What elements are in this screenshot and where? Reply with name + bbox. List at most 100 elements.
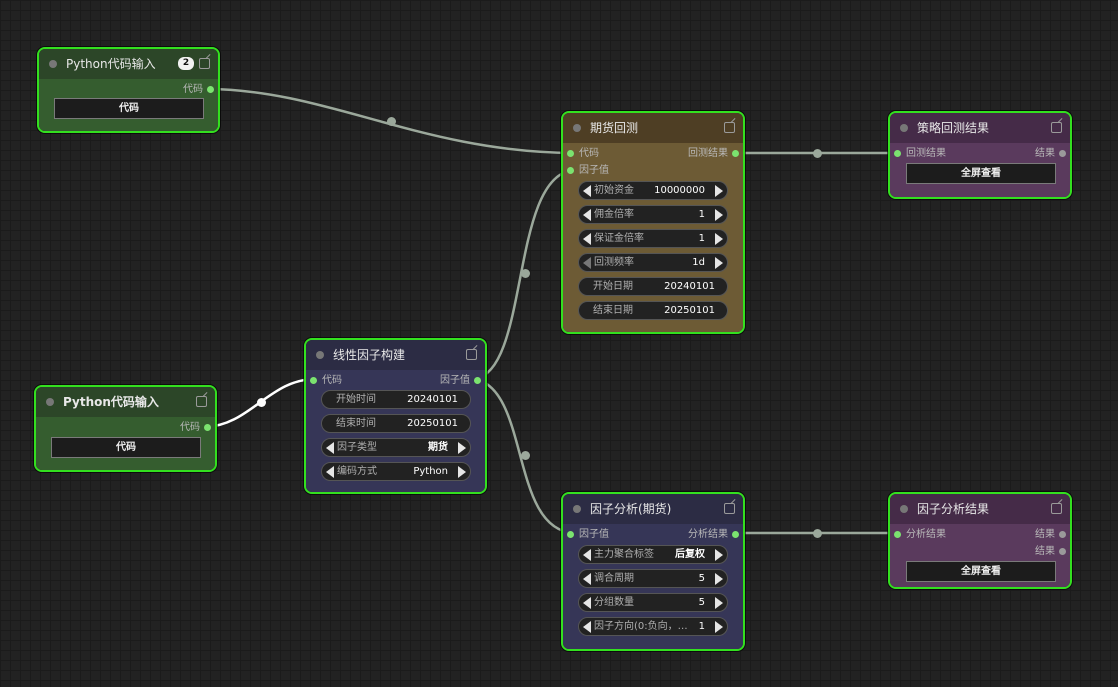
arrow-right-icon[interactable] — [715, 573, 723, 585]
node-header[interactable]: Python代码输入 2 — [39, 49, 218, 79]
edit-icon[interactable] — [466, 349, 477, 360]
arrow-left-icon[interactable] — [583, 185, 591, 197]
arrow-right-icon[interactable] — [715, 209, 723, 221]
io-port-row[interactable]: 分析结果 结果 — [890, 528, 1070, 542]
arrow-right-icon[interactable] — [458, 442, 466, 454]
arrow-right-icon[interactable] — [715, 233, 723, 245]
arrow-right-icon[interactable] — [715, 549, 723, 561]
collapse-dot-icon[interactable] — [573, 124, 581, 132]
start-time-field[interactable]: 开始时间 20240101 — [321, 390, 471, 409]
input-port-row[interactable]: 因子值 — [563, 164, 743, 178]
edit-icon[interactable] — [1051, 503, 1062, 514]
margin-multiplier-stepper[interactable]: 保证金倍率 1 — [578, 229, 728, 248]
edit-icon[interactable] — [724, 122, 735, 133]
arrow-right-icon[interactable] — [715, 597, 723, 609]
factor-type-select[interactable]: 因子类型 期货 — [321, 438, 471, 457]
arrow-right-icon[interactable] — [715, 257, 723, 269]
output-port-dot[interactable] — [732, 531, 739, 538]
rebalance-period-stepper[interactable]: 调合周期 5 — [578, 569, 728, 588]
backtest-frequency-select[interactable]: 回测频率 1d — [578, 253, 728, 272]
group-count-stepper[interactable]: 分组数量 5 — [578, 593, 728, 612]
output-port-dot[interactable] — [1059, 150, 1066, 157]
collapse-dot-icon[interactable] — [316, 351, 324, 359]
io-port-row[interactable]: 回测结果 结果 — [890, 147, 1070, 161]
arrow-left-icon[interactable] — [583, 621, 591, 633]
end-date-field[interactable]: 结束日期 20250101 — [578, 301, 728, 320]
output-port-dot[interactable] — [732, 150, 739, 157]
factor-analysis-node[interactable]: 因子分析(期货) 因子值 分析结果 主力聚合标签 后复权 调合周期 5 分组数量… — [561, 492, 745, 651]
collapse-dot-icon[interactable] — [900, 124, 908, 132]
arrow-right-icon[interactable] — [458, 466, 466, 478]
link-midpoint[interactable] — [521, 269, 530, 278]
io-port-row[interactable]: 因子值 分析结果 — [563, 528, 743, 542]
input-port-dot[interactable] — [567, 167, 574, 174]
arrow-left-icon[interactable] — [583, 573, 591, 585]
output-port-dot[interactable] — [207, 86, 214, 93]
code-button[interactable]: 代码 — [54, 98, 204, 119]
output-port-dot[interactable] — [1059, 531, 1066, 538]
arrow-left-icon[interactable] — [583, 209, 591, 221]
input-port-dot[interactable] — [310, 377, 317, 384]
linear-factor-build-node[interactable]: 线性因子构建 代码 因子值 开始时间 20240101 结束时间 2025010… — [304, 338, 487, 494]
node-header[interactable]: 策略回测结果 — [890, 113, 1070, 143]
output-label: 代码 — [180, 422, 200, 433]
io-port-row[interactable]: 代码 因子值 — [306, 374, 485, 388]
input-port-dot[interactable] — [567, 531, 574, 538]
end-time-field[interactable]: 结束时间 20250101 — [321, 414, 471, 433]
node-header[interactable]: Python代码输入 — [36, 387, 215, 417]
encoding-select[interactable]: 编码方式 Python — [321, 462, 471, 481]
edit-icon[interactable] — [199, 58, 210, 69]
python-code-input-node[interactable]: Python代码输入 2 代码 代码 — [37, 47, 220, 133]
arrow-right-icon[interactable] — [715, 185, 723, 197]
arrow-right-icon[interactable] — [715, 621, 723, 633]
edit-icon[interactable] — [724, 503, 735, 514]
arrow-left-icon[interactable] — [326, 442, 334, 454]
node-header[interactable]: 线性因子构建 — [306, 340, 485, 370]
link-midpoint[interactable] — [387, 117, 396, 126]
node-header[interactable]: 期货回测 — [563, 113, 743, 143]
widget-label: 主力聚合标签 — [594, 549, 654, 560]
arrow-left-icon[interactable] — [583, 233, 591, 245]
collapse-dot-icon[interactable] — [900, 505, 908, 513]
edit-icon[interactable] — [196, 396, 207, 407]
arrow-left-icon[interactable] — [583, 549, 591, 561]
output-label: 代码 — [183, 84, 203, 95]
output-port-dot[interactable] — [474, 377, 481, 384]
link-midpoint[interactable] — [813, 149, 822, 158]
link-midpoint[interactable] — [521, 451, 530, 460]
start-date-field[interactable]: 开始日期 20240101 — [578, 277, 728, 296]
initial-capital-stepper[interactable]: 初始资金 10000000 — [578, 181, 728, 200]
arrow-left-icon[interactable] — [326, 466, 334, 478]
futures-backtest-node[interactable]: 期货回测 代码 回测结果 因子值 初始资金 10000000 佣金倍率 1 保证 — [561, 111, 745, 334]
node-header[interactable]: 因子分析(期货) — [563, 494, 743, 524]
edit-icon[interactable] — [1051, 122, 1062, 133]
fullscreen-view-button[interactable]: 全屏查看 — [906, 561, 1056, 582]
main-contract-label-select[interactable]: 主力聚合标签 后复权 — [578, 545, 728, 564]
widget-label: 初始资金 — [594, 185, 634, 196]
link-midpoint[interactable] — [257, 398, 266, 407]
code-button[interactable]: 代码 — [51, 437, 201, 458]
output-port-row[interactable]: 结果 — [890, 545, 1070, 559]
input-port-dot[interactable] — [567, 150, 574, 157]
factor-analysis-result-node[interactable]: 因子分析结果 分析结果 结果 结果 全屏查看 — [888, 492, 1072, 589]
commission-multiplier-stepper[interactable]: 佣金倍率 1 — [578, 205, 728, 224]
arrow-left-icon[interactable] — [583, 597, 591, 609]
node-header[interactable]: 因子分析结果 — [890, 494, 1070, 524]
arrow-left-icon[interactable] — [583, 257, 591, 269]
output-port-row[interactable]: 代码 — [36, 421, 215, 435]
io-port-row[interactable]: 代码 回测结果 — [563, 147, 743, 161]
output-port-dot[interactable] — [1059, 548, 1066, 555]
output-port-row[interactable]: 代码 — [39, 83, 218, 97]
collapse-dot-icon[interactable] — [573, 505, 581, 513]
collapse-dot-icon[interactable] — [46, 398, 54, 406]
input-port-dot[interactable] — [894, 150, 901, 157]
output-port-dot[interactable] — [204, 424, 211, 431]
input-port-dot[interactable] — [894, 531, 901, 538]
python-code-input-node[interactable]: Python代码输入 代码 代码 — [34, 385, 217, 472]
fullscreen-view-button[interactable]: 全屏查看 — [906, 163, 1056, 184]
link-midpoint[interactable] — [813, 529, 822, 538]
node-graph-canvas[interactable]: Python代码输入 2 代码 代码 Python代码输入 代码 代码 线性因子… — [0, 0, 1118, 687]
factor-direction-stepper[interactable]: 因子方向(0:负向，… 1 — [578, 617, 728, 636]
collapse-dot-icon[interactable] — [49, 60, 57, 68]
strategy-backtest-result-node[interactable]: 策略回测结果 回测结果 结果 全屏查看 — [888, 111, 1072, 199]
